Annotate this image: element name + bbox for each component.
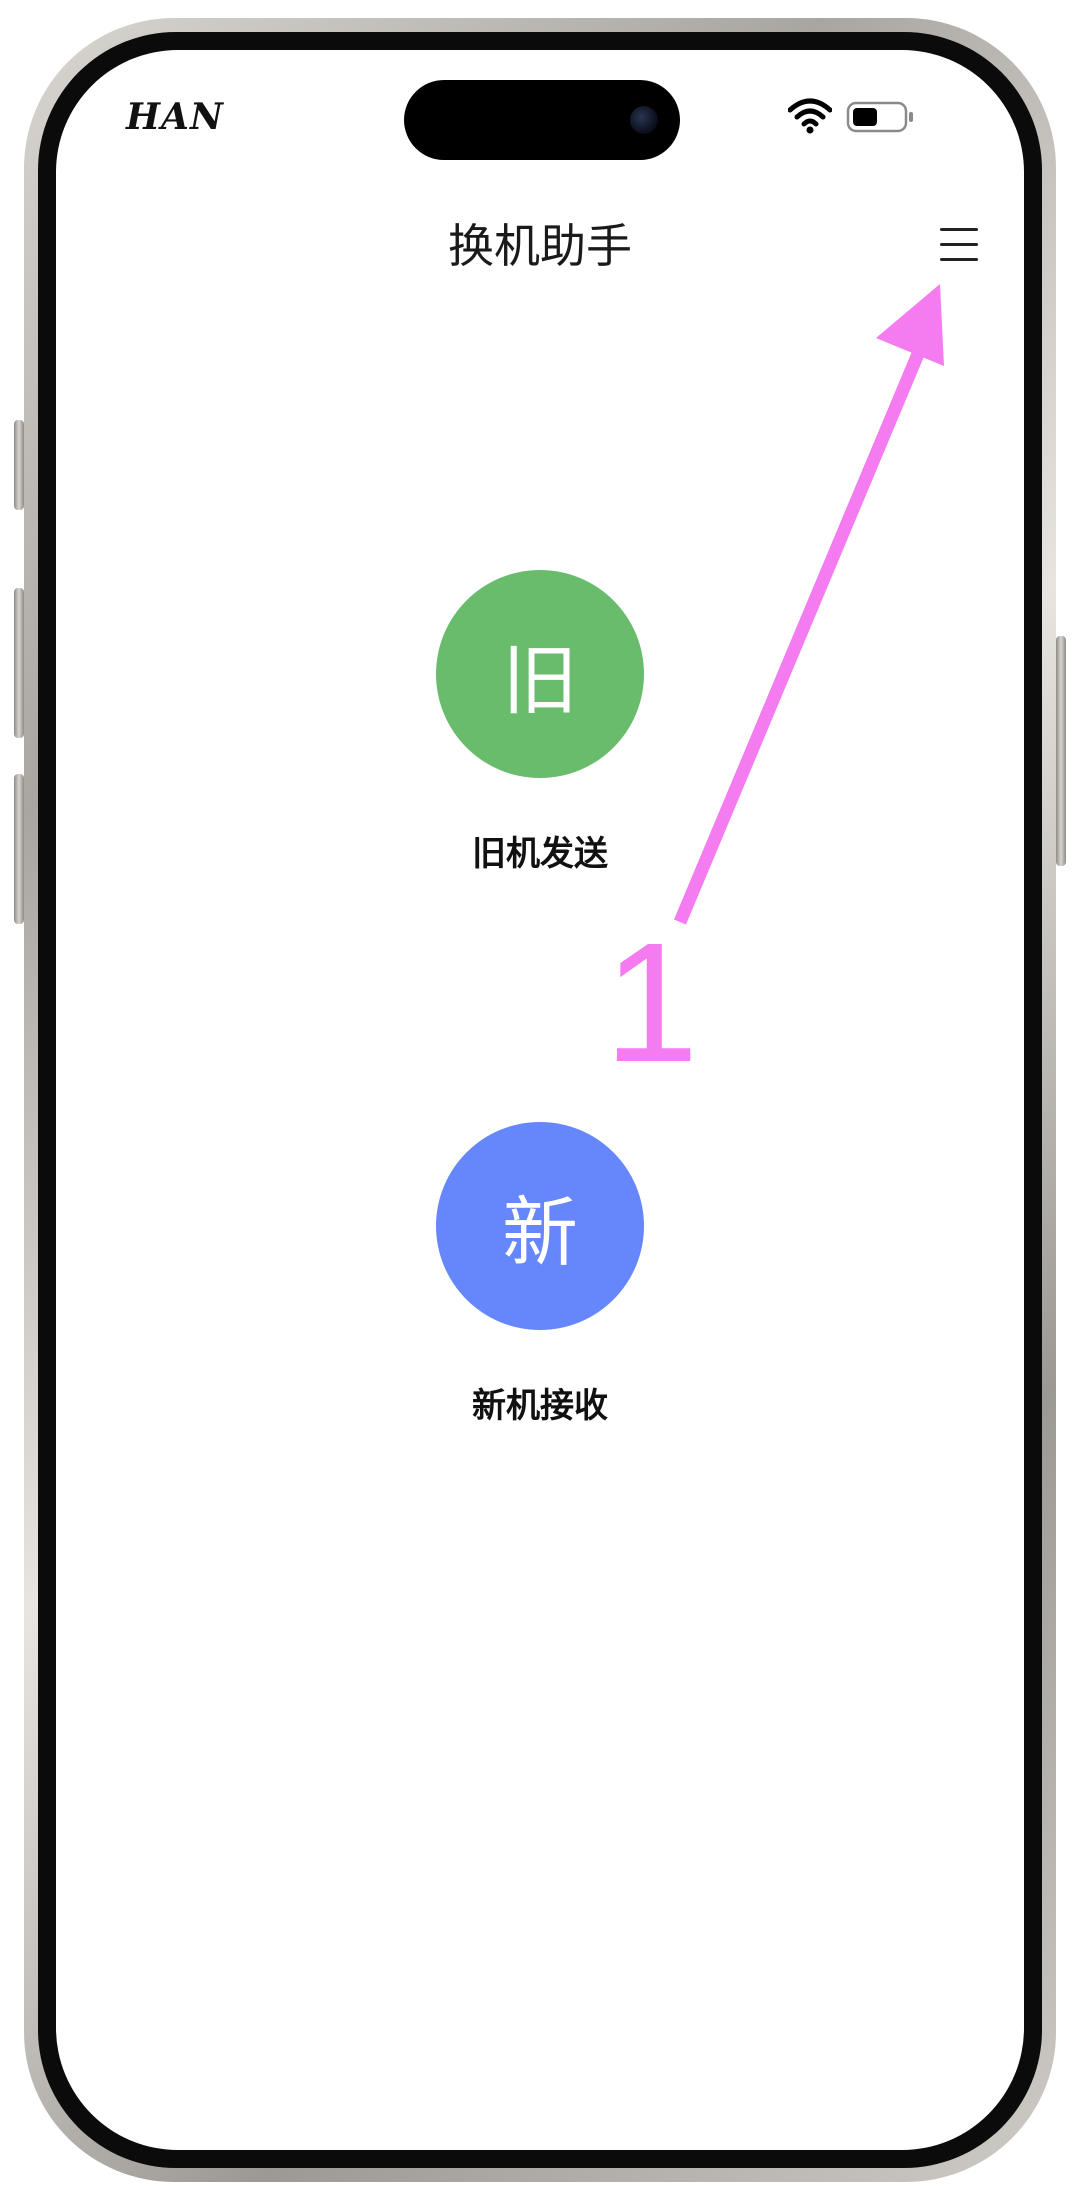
old-device-send-label[interactable]: 旧机发送	[0, 826, 1080, 875]
annotation-step-number: 1	[604, 908, 699, 1098]
screenshot-stage: HAN 换机助手 旧 旧机发送 新 新机接收 1	[0, 0, 1080, 2202]
old-device-send-button[interactable]: 旧	[436, 570, 644, 778]
carrier-label: HAN	[126, 96, 224, 138]
wifi-icon	[788, 98, 832, 134]
battery-icon	[846, 101, 913, 133]
page-title: 换机助手	[448, 219, 632, 273]
front-camera-icon	[630, 106, 658, 134]
new-device-receive-button[interactable]: 新	[436, 1122, 644, 1330]
new-device-glyph: 新	[502, 1188, 578, 1277]
dynamic-island	[404, 80, 680, 160]
new-device-receive-label[interactable]: 新机接收	[0, 1378, 1080, 1427]
action-button	[14, 420, 24, 510]
old-device-glyph: 旧	[502, 636, 578, 725]
phone-screen	[56, 50, 1024, 2150]
hamburger-menu-icon[interactable]	[936, 222, 984, 268]
volume-up-button	[14, 588, 24, 738]
